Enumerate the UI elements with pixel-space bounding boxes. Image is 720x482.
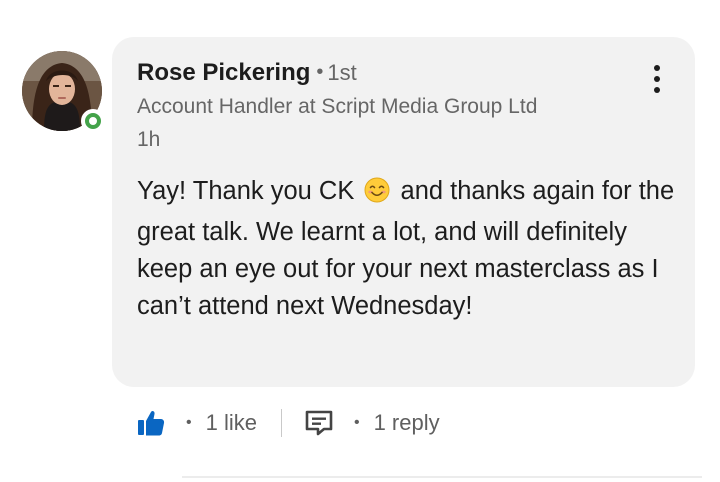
more-vertical-icon [654,65,660,71]
thumbs-up-icon [138,410,165,436]
author-name[interactable]: Rose Pickering [137,59,310,86]
online-status-ring [85,113,101,129]
comment-card: Rose Pickering • 1st Account Handler at Sc… [0,0,720,482]
connection-degree: 1st [327,60,357,85]
comment-bubble: Rose Pickering • 1st Account Handler at Sc… [112,37,695,387]
author-headline: Account Handler at Script Media Group Lt… [137,95,538,118]
reply-thread-divider [182,476,702,478]
comment-icon [305,410,333,436]
like-count[interactable]: 1 like [206,410,257,436]
author-row: Rose Pickering • 1st [137,59,357,87]
more-vertical-icon-dot [654,87,660,93]
online-status-icon [81,109,105,133]
comment-text: Yay! Thank you CK and thanks again for t… [137,173,682,325]
more-options-button[interactable] [642,59,672,99]
smiling-face-emoji [364,177,390,214]
comment-timestamp: 1h [137,128,161,151]
comment-text-part1: Yay! Thank you CK [137,177,355,205]
avatar-container[interactable] [22,51,106,135]
reply-count[interactable]: 1 reply [374,410,440,436]
separator-dot: • [316,61,324,83]
actions-divider [280,409,282,437]
separator-dot: • [186,414,192,431]
separator-dot: • [353,414,360,431]
like-button[interactable] [136,408,166,438]
comment-actions: • 1 like • 1 reply [136,400,440,446]
more-vertical-icon-dot [654,76,660,82]
reply-button[interactable] [304,409,334,437]
